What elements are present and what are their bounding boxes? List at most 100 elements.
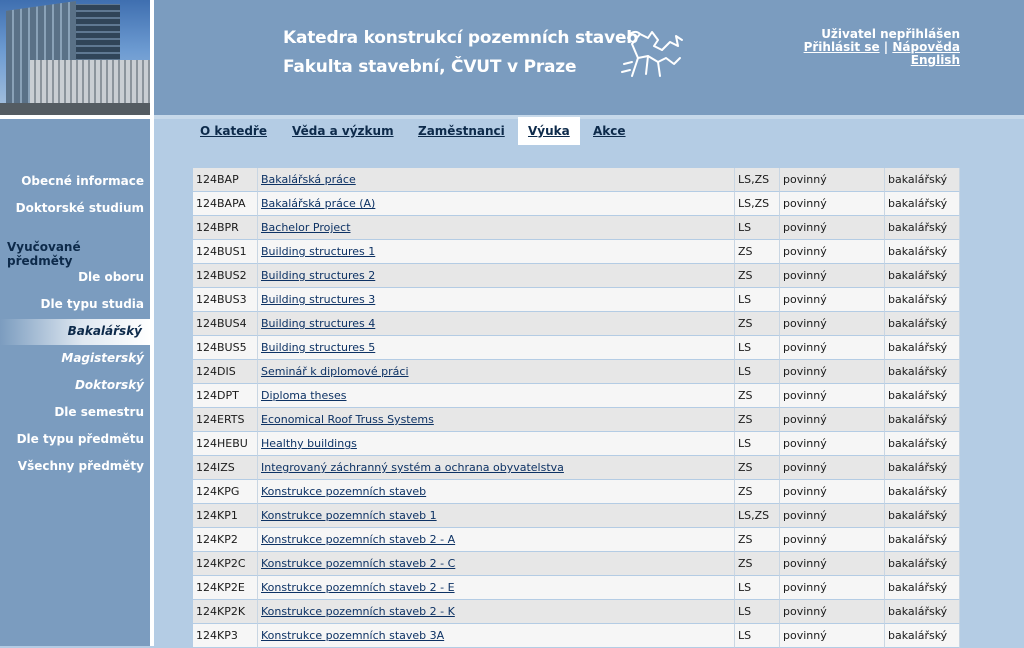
course-name-cell: Economical Roof Truss Systems bbox=[258, 408, 735, 432]
sidebar-item-by-semester[interactable]: Dle semestru bbox=[54, 405, 144, 419]
course-code: 124BUS3 bbox=[193, 288, 258, 312]
course-level: bakalářský bbox=[885, 264, 960, 288]
sidebar-item-doctoral[interactable]: Doktorský bbox=[75, 378, 144, 392]
table-row: 124KP2C Konstrukce pozemních staveb 2 - C… bbox=[193, 552, 960, 576]
sidebar-item-by-field[interactable]: Dle oboru bbox=[78, 270, 144, 284]
tab-events[interactable]: Akce bbox=[583, 117, 636, 145]
table-row: 124KP1 Konstrukce pozemních staveb 1 LS,ZS… bbox=[193, 504, 960, 528]
course-name-link[interactable]: Diploma theses bbox=[261, 389, 347, 402]
course-name-link[interactable]: Bachelor Project bbox=[261, 221, 351, 234]
course-name-link[interactable]: Building structures 3 bbox=[261, 293, 375, 306]
course-code: 124HEBU bbox=[193, 432, 258, 456]
course-level: bakalářský bbox=[885, 312, 960, 336]
course-semester: LS bbox=[735, 216, 780, 240]
help-link[interactable]: Nápověda bbox=[892, 40, 960, 54]
sidebar-item-general-info[interactable]: Obecné informace bbox=[21, 174, 144, 188]
course-name-cell: Building structures 2 bbox=[258, 264, 735, 288]
course-semester: ZS bbox=[735, 384, 780, 408]
course-name-cell: Konstrukce pozemních staveb 1 bbox=[258, 504, 735, 528]
table-row: 124KP2 Konstrukce pozemních staveb 2 - A Z… bbox=[193, 528, 960, 552]
lion-crest-icon bbox=[621, 30, 683, 77]
course-semester: ZS bbox=[735, 240, 780, 264]
course-name-cell: Bakalářská práce bbox=[258, 168, 735, 192]
tab-staff[interactable]: Zaměstnanci bbox=[408, 117, 515, 145]
sidebar-item-master[interactable]: Magisterský bbox=[61, 351, 144, 365]
sidebar-item-bachelor[interactable]: Bakalářský bbox=[0, 319, 150, 345]
course-type: povinný bbox=[780, 168, 885, 192]
course-level: bakalářský bbox=[885, 168, 960, 192]
course-name-cell: Healthy buildings bbox=[258, 432, 735, 456]
faculty-title: Fakulta stavební, ČVUT v Praze bbox=[283, 57, 577, 77]
sidebar-item-by-course-type[interactable]: Dle typu předmětu bbox=[17, 432, 144, 446]
faculty-building-photo bbox=[0, 0, 150, 115]
course-semester: LS bbox=[735, 600, 780, 624]
course-name-cell: Konstrukce pozemních staveb 3A bbox=[258, 624, 735, 648]
course-semester: ZS bbox=[735, 456, 780, 480]
sidebar-item-by-study-type[interactable]: Dle typu studia bbox=[41, 297, 144, 311]
course-type: povinný bbox=[780, 360, 885, 384]
course-name-link[interactable]: Integrovaný záchranný systém a ochrana o… bbox=[261, 461, 564, 474]
table-row: 124DIS Seminář k diplomové práci LS povinný… bbox=[193, 360, 960, 384]
table-row: 124HEBU Healthy buildings LS povinný bakalář… bbox=[193, 432, 960, 456]
course-level: bakalářský bbox=[885, 456, 960, 480]
course-type: povinný bbox=[780, 576, 885, 600]
course-code: 124KP2 bbox=[193, 528, 258, 552]
course-code: 124BUS2 bbox=[193, 264, 258, 288]
table-row: 124BUS2 Building structures 2 ZS povinný bak… bbox=[193, 264, 960, 288]
course-type: povinný bbox=[780, 384, 885, 408]
course-code: 124KP3 bbox=[193, 624, 258, 648]
table-row: 124ERTS Economical Roof Truss Systems ZS po… bbox=[193, 408, 960, 432]
sidebar-item-all-courses[interactable]: Všechny předměty bbox=[18, 459, 144, 473]
tab-research[interactable]: Věda a výzkum bbox=[282, 117, 404, 145]
course-name-link[interactable]: Bakalářská práce bbox=[261, 173, 356, 186]
course-code: 124BPR bbox=[193, 216, 258, 240]
sidebar-section-courses[interactable]: Vyučované předměty bbox=[7, 240, 150, 268]
course-semester: ZS bbox=[735, 480, 780, 504]
course-semester: ZS bbox=[735, 528, 780, 552]
course-type: povinný bbox=[780, 408, 885, 432]
tab-about[interactable]: O katedře bbox=[190, 117, 277, 145]
course-level: bakalářský bbox=[885, 600, 960, 624]
course-name-link[interactable]: Building structures 4 bbox=[261, 317, 375, 330]
course-name-link[interactable]: Konstrukce pozemních staveb 2 - K bbox=[261, 605, 455, 618]
sidebar-item-doctoral-study[interactable]: Doktorské studium bbox=[16, 201, 144, 215]
course-level: bakalářský bbox=[885, 432, 960, 456]
course-semester: LS,ZS bbox=[735, 504, 780, 528]
course-name-link[interactable]: Konstrukce pozemních staveb 1 bbox=[261, 509, 437, 522]
course-name-link[interactable]: Konstrukce pozemních staveb 2 - A bbox=[261, 533, 455, 546]
course-code: 124BUS4 bbox=[193, 312, 258, 336]
table-row: 124BPR Bachelor Project LS povinný bakalářsk… bbox=[193, 216, 960, 240]
course-name-link[interactable]: Konstrukce pozemních staveb 3A bbox=[261, 629, 444, 642]
table-row: 124BUS4 Building structures 4 ZS povinný bak… bbox=[193, 312, 960, 336]
course-semester: LS bbox=[735, 576, 780, 600]
course-semester: ZS bbox=[735, 552, 780, 576]
table-row: 124IZS Integrovaný záchranný systém a och… bbox=[193, 456, 960, 480]
course-code: 124DIS bbox=[193, 360, 258, 384]
course-name-link[interactable]: Bakalářská práce (A) bbox=[261, 197, 375, 210]
course-name-cell: Bachelor Project bbox=[258, 216, 735, 240]
course-type: povinný bbox=[780, 432, 885, 456]
course-name-link[interactable]: Economical Roof Truss Systems bbox=[261, 413, 434, 426]
course-semester: ZS bbox=[735, 264, 780, 288]
course-type: povinný bbox=[780, 552, 885, 576]
course-semester: LS bbox=[735, 360, 780, 384]
course-name-link[interactable]: Konstrukce pozemních staveb 2 - C bbox=[261, 557, 455, 570]
course-level: bakalářský bbox=[885, 576, 960, 600]
sidebar-item-label: Bakalářský bbox=[67, 324, 142, 338]
course-level: bakalářský bbox=[885, 528, 960, 552]
table-row: 124KP3 Konstrukce pozemních staveb 3A LS po… bbox=[193, 624, 960, 648]
course-name-link[interactable]: Building structures 2 bbox=[261, 269, 375, 282]
link-separator: | bbox=[883, 40, 889, 54]
course-type: povinný bbox=[780, 504, 885, 528]
course-name-link[interactable]: Healthy buildings bbox=[261, 437, 357, 450]
course-name-link[interactable]: Building structures 1 bbox=[261, 245, 375, 258]
english-link[interactable]: English bbox=[911, 53, 960, 67]
course-name-link[interactable]: Konstrukce pozemních staveb 2 - E bbox=[261, 581, 455, 594]
course-name-cell: Building structures 3 bbox=[258, 288, 735, 312]
course-name-link[interactable]: Konstrukce pozemních staveb bbox=[261, 485, 426, 498]
tab-teaching[interactable]: Výuka bbox=[518, 117, 580, 145]
course-name-link[interactable]: Building structures 5 bbox=[261, 341, 375, 354]
login-link[interactable]: Přihlásit se bbox=[804, 40, 880, 54]
course-name-link[interactable]: Seminář k diplomové práci bbox=[261, 365, 409, 378]
course-semester: ZS bbox=[735, 408, 780, 432]
